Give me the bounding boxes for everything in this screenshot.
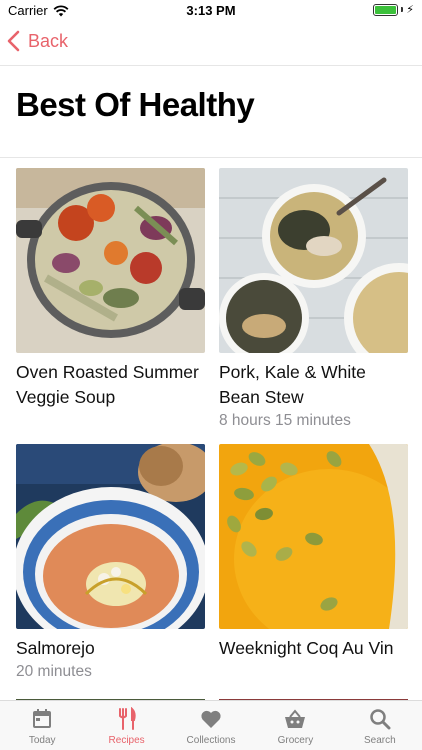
calendar-icon	[33, 709, 52, 728]
recipe-image	[219, 168, 408, 353]
back-button[interactable]: Back	[6, 30, 68, 52]
recipe-title: Pork, Kale & White Bean Stew	[219, 362, 366, 407]
tab-label: Recipes	[108, 735, 145, 746]
battery-cap	[401, 7, 404, 12]
back-label: Back	[28, 30, 69, 51]
recipe-title: Oven Roasted Summer Veggie Soup	[16, 362, 199, 407]
tab-recipes[interactable]: Recipes	[84, 701, 168, 750]
recipe-title: Weeknight Coq Au Vin	[219, 638, 394, 658]
tab-grocery[interactable]: Grocery	[253, 701, 337, 750]
tab-collections[interactable]: Collections	[169, 701, 253, 750]
status-bar: Carrier 3:13 PM ⚡	[0, 0, 422, 22]
heart-icon	[201, 710, 221, 728]
tab-label: Collections	[186, 735, 236, 746]
recipe-card[interactable]: Salmorejo 20 minutes	[16, 444, 205, 681]
status-time: 3:13 PM	[186, 3, 236, 18]
chevron-left-icon	[7, 30, 20, 52]
navigation-bar: Back	[0, 22, 422, 66]
recipe-card[interactable]: Oven Roasted Summer Veggie Soup	[16, 168, 205, 410]
tab-label: Today	[28, 735, 56, 746]
tab-label: Search	[363, 735, 396, 746]
tab-today[interactable]: Today	[0, 701, 84, 750]
search-icon	[370, 709, 391, 730]
battery-icon	[373, 3, 399, 16]
recipe-image	[219, 444, 408, 629]
charging-icon: ⚡	[406, 4, 414, 16]
recipe-image	[16, 444, 205, 629]
recipe-card[interactable]: Weeknight Coq Au Vin	[219, 444, 408, 661]
tab-search[interactable]: Search	[338, 701, 422, 750]
tab-bar: Today Recipes Collections Grocery Search	[0, 700, 422, 750]
status-right: ⚡	[373, 3, 414, 16]
fork-knife-icon	[118, 707, 136, 730]
recipe-card[interactable]: Pork, Kale & White Bean Stew 8 hours 15 …	[219, 168, 408, 430]
basket-icon	[285, 709, 306, 728]
recipe-title: Salmorejo	[16, 638, 95, 658]
page-title: Best Of Healthy	[16, 86, 255, 123]
recipe-duration: 8 hours 15 minutes	[219, 412, 351, 429]
recipe-image	[16, 168, 205, 353]
tab-label: Grocery	[277, 735, 314, 746]
page-header: Best Of Healthy	[0, 66, 422, 158]
recipe-duration: 20 minutes	[16, 663, 92, 680]
